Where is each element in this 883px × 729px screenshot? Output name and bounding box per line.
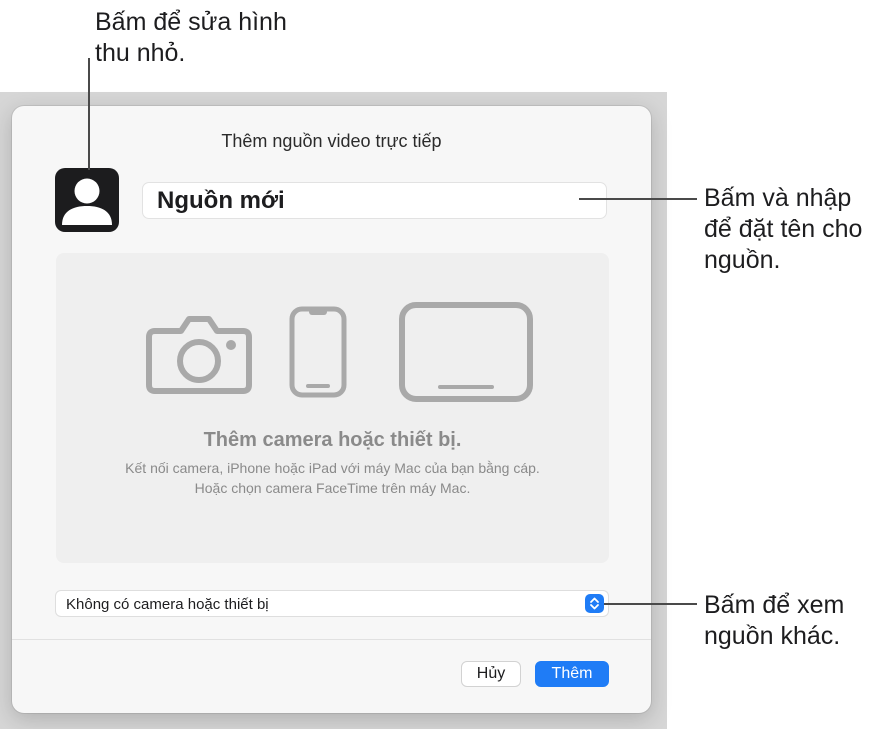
ipad-icon (399, 302, 533, 402)
source-select-value: Không có camera hoặc thiết bị (66, 596, 269, 613)
source-select[interactable]: Không có camera hoặc thiết bị (55, 590, 609, 617)
leader-line-name (579, 198, 697, 200)
source-name-input[interactable] (157, 186, 587, 216)
add-button[interactable]: Thêm (535, 661, 609, 687)
leader-line-thumbnail (88, 58, 90, 170)
device-drop-area: Thêm camera hoặc thiết bị. Kết nối camer… (56, 253, 609, 563)
iphone-icon (289, 306, 347, 398)
drop-area-description: Kết nối camera, iPhone hoặc iPad với máy… (125, 460, 540, 496)
callout-source: Bấm để xem nguồn khác. (704, 591, 845, 650)
thumbnail-button[interactable] (55, 168, 119, 232)
footer-divider (12, 639, 651, 640)
person-silhouette-icon (62, 178, 112, 225)
cancel-button[interactable]: Hủy (461, 661, 521, 687)
camera-icon (146, 316, 252, 394)
leader-line-source (604, 603, 697, 605)
up-down-chevron-icon[interactable] (585, 594, 604, 613)
callout-name: Bấm và nhập để đặt tên cho nguồn. (704, 184, 863, 274)
drop-area-title: Thêm camera hoặc thiết bị. (203, 429, 462, 451)
callout-thumbnail: Bấm để sửa hình thu nhỏ. (95, 8, 287, 67)
source-name-field[interactable] (142, 182, 607, 219)
add-live-video-source-dialog: Thêm nguồn video trực tiếp Thêm camera h… (12, 106, 651, 713)
dialog-title: Thêm nguồn video trực tiếp (221, 131, 442, 151)
